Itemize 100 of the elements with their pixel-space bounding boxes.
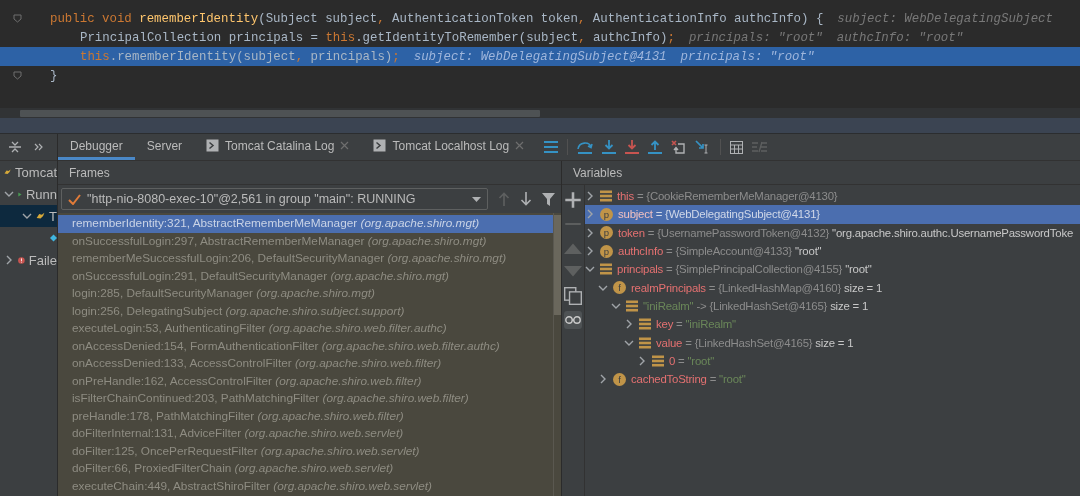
- stack-icon: [639, 336, 651, 349]
- variable-text: principals = {SimplePrincipalCollection@4155} "root": [617, 263, 872, 276]
- inline-value-hint: principals: "root": [688, 30, 823, 45]
- chevron-right-icon[interactable]: [637, 355, 647, 366]
- scrollbar-thumb[interactable]: [554, 215, 561, 315]
- variable-text: 0 = "root": [669, 354, 715, 367]
- debugger-tab[interactable]: Tomcat Localhost Log: [361, 134, 537, 160]
- stack-frame[interactable]: executeChain:449, AbstractShiroFilter (org.apache.shiro.web.servlet): [58, 477, 553, 495]
- step-out-icon[interactable]: [648, 140, 663, 154]
- code-text: this.rememberIdentity(subject, principals);: [80, 49, 400, 64]
- stack-frame[interactable]: isFilterChainContinued:203, PathMatchingFilter (org.apache.shiro.web.filter): [58, 390, 553, 408]
- stack-frame[interactable]: rememberMeSuccessfulLogin:206, DefaultSecurityManager (org.apache.shiro.mgt): [58, 250, 553, 268]
- drop-frame-icon[interactable]: [671, 140, 687, 154]
- code-text: public void rememberIdentity(Subject subject, AuthenticationToken token, AuthenticationInfo authcInfo) {: [50, 11, 824, 26]
- stack-frame[interactable]: onAccessDenied:154, FormAuthenticationFilter (org.apache.shiro.web.filter.authc): [58, 337, 553, 355]
- scrollbar-thumb[interactable]: [20, 109, 540, 117]
- stack-frame[interactable]: doFilter:66, ProxiedFilterChain (org.apache.shiro.web.servlet): [58, 460, 553, 478]
- step-over-icon[interactable]: [577, 140, 594, 154]
- variable-row[interactable]: p token = {UsernamePasswordToken@4132} "org.apache.shiro.authc.UsernamePasswordToke: [585, 223, 1080, 242]
- stack-frame[interactable]: executeLogin:53, AuthenticatingFilter (org.apache.shiro.web.filter.authc): [58, 320, 553, 338]
- chevron-down-icon[interactable]: [22, 211, 32, 221]
- stack-frame[interactable]: onSuccessfulLogin:291, DefaultSecurityManager (org.apache.shiro.mgt): [58, 267, 553, 285]
- stack-icon: [652, 354, 664, 367]
- debugger-tab[interactable]: Tomcat Catalina Log: [194, 134, 362, 160]
- stack-icon: [600, 190, 612, 203]
- glasses-icon: [565, 316, 581, 324]
- copy-icon[interactable]: [564, 287, 582, 305]
- stack-frame[interactable]: rememberIdentity:321, AbstractRememberMeManager (org.apache.shiro.mgt): [58, 215, 553, 233]
- stack-frame[interactable]: onAccessDenied:133, AccessControlFilter (org.apache.shiro.web.filter): [58, 355, 553, 373]
- chevron-right-icon[interactable]: [4, 255, 14, 265]
- code-text: }: [50, 68, 58, 83]
- force-step-into-icon[interactable]: [625, 140, 640, 154]
- stack-frame[interactable]: onPreHandle:162, AccessControlFilter (org.apache.shiro.web.filter): [58, 372, 553, 390]
- chevron-down-icon[interactable]: [4, 189, 14, 199]
- stack-frame[interactable]: login:256, DelegatingSubject (org.apache.shiro.subject.support): [58, 302, 553, 320]
- chevron-right-icon[interactable]: [585, 191, 595, 202]
- variable-text: realmPrincipals = {LinkedHashMap@4160} size = 1: [631, 281, 883, 294]
- tree-item-label[interactable]: Runn: [25, 186, 57, 202]
- inline-value-hint: authcInfo: "root": [836, 30, 964, 45]
- filter-icon[interactable]: [542, 192, 555, 206]
- stack-icon: [639, 318, 651, 331]
- variable-row[interactable]: "iniRealm" -> {LinkedHashSet@4165} size = 1: [611, 296, 1080, 316]
- inline-value-hint: subject: WebDelegatingSubject@4131: [413, 49, 667, 64]
- stack-frame[interactable]: doFilter:125, OncePerRequestFilter (org.apache.shiro.web.servlet): [58, 442, 553, 460]
- variable-kind-badge: p: [600, 207, 613, 221]
- chevron-right-icon[interactable]: [598, 374, 608, 385]
- console-icon: [206, 139, 220, 152]
- tree-item-label[interactable]: T: [49, 208, 57, 224]
- caret-down-icon: [472, 196, 481, 202]
- menu-icon[interactable]: [544, 141, 559, 153]
- chevron-right-icon[interactable]: [585, 227, 595, 238]
- variable-row[interactable]: 0 = "root": [637, 351, 1080, 370]
- variable-row[interactable]: principals = {SimplePrincipalCollection@4155} "root": [585, 260, 1080, 279]
- variable-kind-badge: p: [600, 226, 613, 240]
- stack-frame[interactable]: doFilterInternal:131, AdviceFilter (org.apache.shiro.web.servlet): [58, 425, 553, 443]
- tree-item-label[interactable]: Tomcat: [15, 164, 57, 180]
- panel-title: Frames: [69, 165, 110, 180]
- stack-icon: [626, 299, 638, 312]
- variable-text: this = {CookieRememberMeManager@4130}: [617, 190, 838, 203]
- fold-marker-icon[interactable]: [13, 71, 22, 80]
- panel-title: Variables: [573, 165, 623, 180]
- variable-text: "iniRealm" -> {LinkedHashSet@4165} size = 1: [643, 299, 869, 312]
- variable-kind-badge: f: [613, 281, 626, 295]
- variable-text: token = {UsernamePasswordToken@4132} "org.apache.shiro.authc.UsernamePasswordToke: [618, 226, 1073, 239]
- chevron-right-icon[interactable]: [585, 246, 595, 257]
- stack-frame[interactable]: login:285, DefaultSecurityManager (org.apache.shiro.mgt): [58, 285, 553, 303]
- variable-row[interactable]: f realmPrincipals = {LinkedHashMap@4160} size = 1: [598, 278, 1080, 297]
- variable-text: subject = {WebDelegatingSubject@4131}: [618, 208, 820, 221]
- variable-kind-badge: p: [600, 244, 613, 258]
- variable-row[interactable]: key = "iniRealm": [624, 315, 1080, 334]
- variable-row[interactable]: f cachedToString = "root": [598, 369, 1080, 389]
- variable-row[interactable]: this = {CookieRememberMeManager@4130}: [585, 187, 1080, 206]
- plus-icon[interactable]: [564, 191, 582, 209]
- variable-row[interactable]: value = {LinkedHashSet@4165} size = 1: [624, 333, 1080, 352]
- debugger-tab[interactable]: Server: [134, 134, 195, 160]
- step-into-icon[interactable]: [602, 140, 617, 154]
- fold-marker-icon[interactable]: [13, 14, 22, 23]
- checkmark-icon: [68, 193, 81, 205]
- variable-row[interactable]: p subject = {WebDelegatingSubject@4131}: [585, 205, 1080, 224]
- variable-text: authcInfo = {SimpleAccount@4133} "root": [618, 245, 822, 258]
- stack-frame[interactable]: preHandle:178, PathMatchingFilter (org.apache.shiro.web.filter): [58, 407, 553, 425]
- calculator-icon[interactable]: [730, 140, 744, 154]
- tree-item-label[interactable]: Faile: [28, 252, 57, 268]
- arrow-down-icon[interactable]: [520, 192, 532, 206]
- variable-text: value = {LinkedHashSet@4165} size = 1: [656, 336, 854, 349]
- variable-row[interactable]: p authcInfo = {SimpleAccount@4133} "root": [585, 241, 1080, 261]
- double-chevron-icon[interactable]: [34, 142, 44, 152]
- console-icon: [373, 139, 387, 152]
- collapse-all-icon[interactable]: [8, 140, 22, 154]
- code-text: PrincipalCollection principals = this.getIdentityToRemember(subject, authcInfo);: [80, 30, 675, 45]
- variable-text: key = "iniRealm": [656, 318, 736, 331]
- inline-value-hint: principals: "root": [680, 49, 815, 64]
- glasses-toggle[interactable]: [564, 311, 582, 329]
- stack-frame[interactable]: onSuccessfulLogin:297, AbstractRememberMeManager (org.apache.shiro.mgt): [58, 232, 553, 250]
- debugger-tab[interactable]: Debugger: [58, 134, 135, 160]
- thread-dropdown[interactable]: "http-nio-8080-exec-10"@2,561 in group "main": RUNNING: [61, 188, 488, 210]
- variable-kind-badge: f: [613, 372, 626, 386]
- variable-text: cachedToString = "root": [631, 373, 746, 386]
- stack-icon: [600, 263, 612, 276]
- chevron-right-icon[interactable]: [624, 319, 634, 330]
